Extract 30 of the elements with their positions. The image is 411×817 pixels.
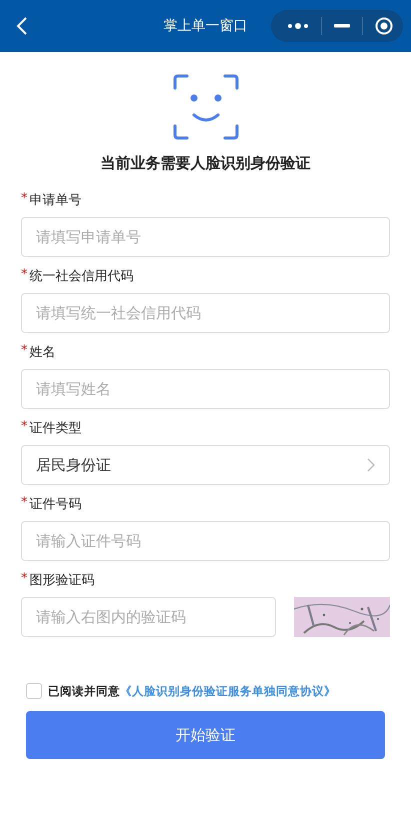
field-label: 姓名 — [30, 344, 56, 361]
required-asterisk: * — [21, 495, 28, 512]
page-title: 掌上单一窗口 — [162, 17, 248, 35]
required-asterisk: * — [21, 419, 28, 436]
field-label: 统一社会信用代码 — [30, 268, 134, 285]
face-scan-icon — [172, 74, 238, 140]
input-field[interactable]: 请填写统一社会信用代码 — [21, 293, 390, 333]
select-field[interactable]: 居民身份证 — [21, 445, 390, 485]
input-field[interactable]: 请填写申请单号 — [21, 217, 390, 257]
input-field[interactable]: 请填写姓名 — [21, 369, 390, 409]
agree-checkbox[interactable] — [26, 683, 42, 699]
agreement-link[interactable]: 《人脸识别身份验证服务单独同意协议》 — [120, 684, 336, 698]
heading: 当前业务需要人脸识别身份验证 — [100, 154, 312, 173]
field-label: 证件号码 — [30, 496, 82, 513]
required-asterisk: * — [21, 343, 28, 360]
field-label: 图形验证码 — [30, 572, 94, 589]
required-asterisk: * — [21, 571, 28, 588]
field-label: 申请单号 — [30, 192, 82, 209]
close-icon[interactable] — [375, 17, 393, 35]
required-asterisk: * — [21, 191, 28, 208]
required-asterisk: * — [21, 267, 28, 284]
minimize-icon[interactable] — [334, 24, 350, 28]
start-verification-button[interactable]: 开始验证 — [26, 711, 385, 759]
captcha-field[interactable]: 请输入右图内的验证码 — [21, 597, 276, 637]
field-label: 证件类型 — [30, 420, 82, 437]
chevron-icon — [367, 458, 375, 472]
input-field[interactable]: 请输入证件号码 — [21, 521, 390, 561]
more-icon[interactable] — [287, 22, 309, 30]
agreement-text: 已阅读并同意 — [48, 684, 120, 698]
back-icon[interactable] — [16, 16, 28, 36]
